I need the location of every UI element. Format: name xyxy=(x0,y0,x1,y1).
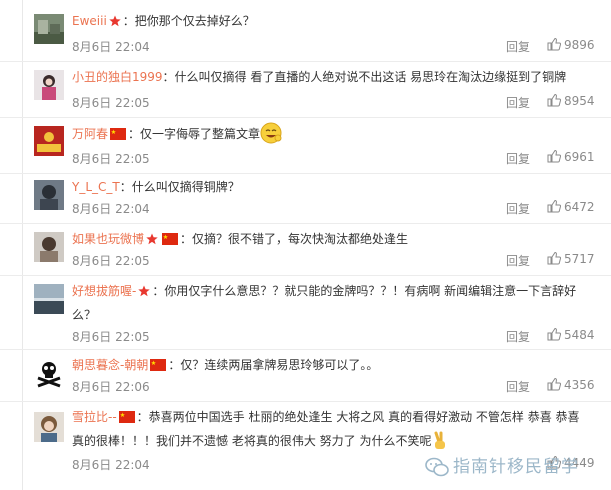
avatar[interactable] xyxy=(34,14,64,44)
like-count: 4356 xyxy=(564,378,595,392)
username[interactable]: 小丑的独白1999 xyxy=(72,70,163,84)
thumbs-up-icon xyxy=(547,150,561,163)
username[interactable]: 雪拉比-- xyxy=(72,410,117,424)
avatar[interactable] xyxy=(34,284,64,314)
username[interactable]: 如果也玩微博 xyxy=(72,232,144,246)
thumbs-up-icon xyxy=(547,378,561,391)
like-count: 8954 xyxy=(564,94,595,108)
like-count: 5484 xyxy=(564,328,595,342)
comment-text: ：仅？连续两届拿牌易思玲够可以了。。 xyxy=(168,358,379,372)
like-count: 6961 xyxy=(564,150,595,164)
avatar[interactable] xyxy=(34,70,64,100)
reply-button[interactable]: 回复 xyxy=(506,328,530,345)
avatar[interactable] xyxy=(34,358,64,388)
china-flag-icon xyxy=(162,230,179,252)
timestamp: 8月6日 22:04 xyxy=(72,40,150,54)
comment-text: ：恭喜两位中国选手 杜丽的绝处逢生 大将之风 真的看得好激动 不管怎样 恭喜 恭… xyxy=(72,410,580,448)
like-button[interactable]: 5717 xyxy=(547,252,595,266)
avatar[interactable] xyxy=(34,126,64,156)
china-flag-icon xyxy=(118,408,135,430)
star-icon xyxy=(109,12,121,34)
comment-item: Y_L_C_T：什么叫仅摘得铜牌？ 8月6日 22:04 回复 6472 xyxy=(0,174,611,224)
comment-item: 小丑的独白1999：什么叫仅摘得 看了直播的人绝对说不出这话 易思玲在淘汰边缘挺… xyxy=(0,62,611,118)
china-flag-icon xyxy=(150,356,167,378)
avatar[interactable] xyxy=(34,180,64,210)
thumbs-up-icon xyxy=(547,200,561,213)
reply-button[interactable]: 回复 xyxy=(506,378,530,395)
timestamp: 8月6日 22:06 xyxy=(72,380,150,394)
username[interactable]: 朝思暮念-朝朝 xyxy=(72,358,148,372)
comment-item: 朝思暮念-朝朝 ：仅？连续两届拿牌易思玲够可以了。。 8月6日 22:06 回复 … xyxy=(0,350,611,402)
comment-item: Eweiii ：把你那个仅去掉好么？ 8月6日 22:04 回复 9896 xyxy=(0,6,611,62)
username[interactable]: Y_L_C_T xyxy=(72,180,120,194)
like-button[interactable]: 6472 xyxy=(547,200,595,214)
thumbs-up-icon xyxy=(547,252,561,265)
thumbs-up-icon xyxy=(547,94,561,107)
like-button[interactable]: 8954 xyxy=(547,94,595,108)
like-button[interactable]: 9896 xyxy=(547,38,595,52)
comment-text: ：什么叫仅摘得铜牌？ xyxy=(119,180,240,194)
avatar[interactable] xyxy=(34,412,64,442)
avatar[interactable] xyxy=(34,232,64,262)
like-count: 6472 xyxy=(564,200,595,214)
timestamp: 8月6日 22:05 xyxy=(72,152,150,166)
reply-button[interactable]: 回复 xyxy=(506,38,530,55)
star-icon xyxy=(146,230,158,252)
timestamp: 8月6日 22:05 xyxy=(72,254,150,268)
reply-button[interactable]: 回复 xyxy=(506,150,530,167)
like-count: 9896 xyxy=(564,38,595,52)
like-count: 5717 xyxy=(564,252,595,266)
like-button[interactable]: 6961 xyxy=(547,150,595,164)
comment-item: 好想拔筋喔- ：你用仅字什么意思？？就只能的金牌吗？？！有病啊 新闻编辑注意一下言… xyxy=(0,276,611,350)
star-icon xyxy=(138,282,151,304)
username[interactable]: 万阿春 xyxy=(72,127,108,141)
reply-button[interactable]: 回复 xyxy=(506,94,530,111)
comment-text: ：仅摘？很不错了，每次快淘汰都绝处逢生 xyxy=(180,232,409,246)
like-button[interactable]: 5484 xyxy=(547,328,595,342)
china-flag-icon xyxy=(110,125,127,147)
comment-text: ：什么叫仅摘得 看了直播的人绝对说不出这话 易思玲在淘汰边缘挺到了铜牌 xyxy=(162,70,567,84)
laughing-emoji-icon xyxy=(260,122,282,151)
reply-button[interactable]: 回复 xyxy=(506,200,530,217)
comment-text: ：把你那个仅去掉好么？ xyxy=(122,14,255,28)
username[interactable]: Eweiii xyxy=(72,14,107,28)
thumbs-up-icon xyxy=(547,38,561,51)
comment-text: ：仅一字侮辱了整篇文章 xyxy=(128,127,261,141)
comment-item: 如果也玩微博 ：仅摘？很不错了，每次快淘汰都绝处逢生 8月6日 22:05 回复 … xyxy=(0,224,611,276)
timestamp: 8月6日 22:05 xyxy=(72,96,150,110)
watermark-text: 指南针移民留学 xyxy=(453,457,579,477)
timestamp: 8月6日 22:04 xyxy=(72,458,150,472)
like-button[interactable]: 4356 xyxy=(547,378,595,392)
comment-item: 万阿春 ：仅一字侮辱了整篇文章 8月6日 22:05 回复 6961 xyxy=(0,118,611,174)
username[interactable]: 好想拔筋喔- xyxy=(72,284,136,298)
reply-button[interactable]: 回复 xyxy=(506,252,530,269)
watermark: 指南针移民留学 xyxy=(425,452,579,478)
thumbs-up-icon xyxy=(547,328,561,341)
timestamp: 8月6日 22:04 xyxy=(72,202,150,216)
wechat-icon xyxy=(425,457,449,477)
timestamp: 8月6日 22:05 xyxy=(72,330,150,344)
